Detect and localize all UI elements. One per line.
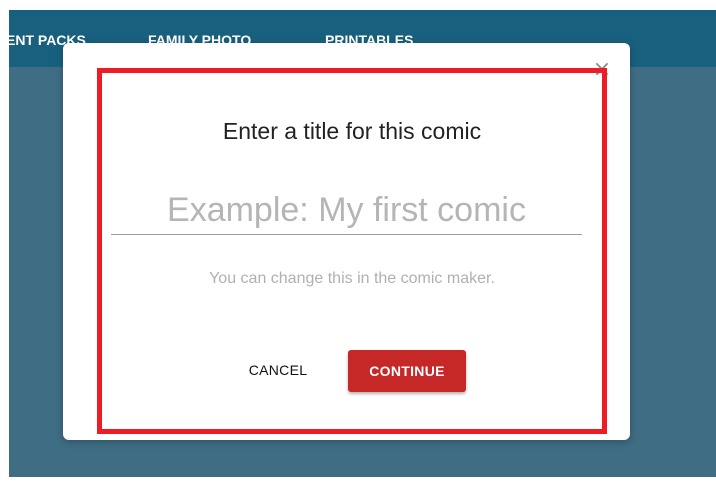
dialog-title: Enter a title for this comic — [222, 118, 482, 144]
close-icon[interactable]: × — [592, 59, 612, 81]
comic-title-input[interactable] — [111, 186, 582, 235]
title-dialog — [63, 43, 630, 440]
continue-button[interactable]: CONTINUE — [348, 350, 466, 392]
dialog-hint: You can change this in the comic maker. — [209, 270, 495, 287]
cancel-button[interactable]: CANCEL — [238, 352, 318, 388]
